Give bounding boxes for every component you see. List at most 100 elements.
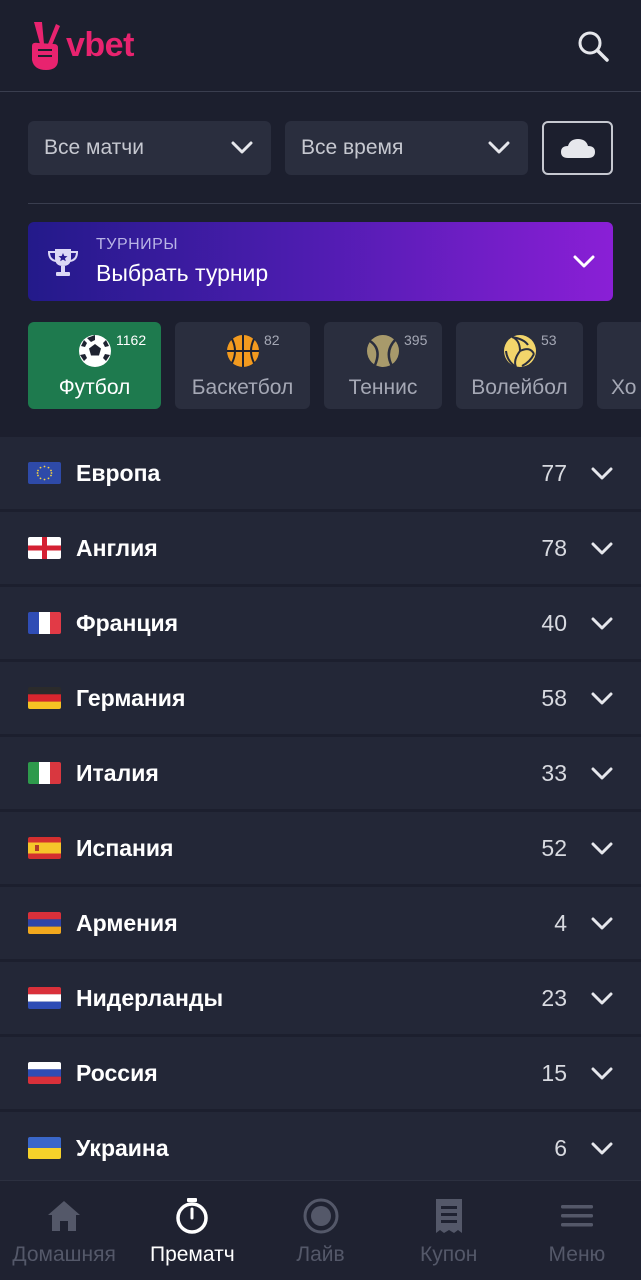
country-row-ukraine[interactable]: Украина 6 [0, 1112, 641, 1184]
nav-label: Прематч [149, 1243, 235, 1266]
sport-tab-football[interactable]: 1162 Футбол [28, 322, 161, 409]
nav-live[interactable]: Лайв [256, 1181, 384, 1280]
time-filter-select[interactable]: Все время [285, 121, 528, 175]
logo-text: vbet [66, 26, 134, 64]
match-count: 78 [541, 534, 567, 561]
country-row-france[interactable]: Франция 40 [0, 587, 641, 659]
country-row-germany[interactable]: Германия 58 [0, 662, 641, 734]
basketball-icon [226, 335, 259, 367]
chevron-down-icon [591, 467, 613, 480]
search-button[interactable] [573, 26, 613, 66]
country-row-armenia[interactable]: Армения 4 [0, 887, 641, 959]
time-filter-value: Все время [301, 136, 404, 159]
menu-icon [560, 1205, 593, 1227]
volleyball-icon [503, 335, 536, 368]
country-name: Нидерланды [76, 984, 224, 1011]
sport-name: Футбол [58, 376, 131, 399]
live-icon [303, 1198, 338, 1234]
tournament-text: ТУРНИРЫ Выбрать турнир [96, 236, 573, 287]
country-name: Испания [76, 834, 174, 861]
tournament-label: ТУРНИРЫ [96, 236, 178, 253]
cloud-button[interactable] [542, 121, 613, 175]
match-count: 4 [554, 909, 567, 936]
country-row-europe[interactable]: Европа 77 [0, 437, 641, 509]
match-count: 6 [554, 1134, 567, 1161]
nav-home[interactable]: Домашняя [0, 1181, 128, 1280]
chevron-down-icon [573, 255, 595, 267]
country-name: Германия [76, 684, 186, 711]
chevron-down-icon [591, 767, 613, 780]
country-row-england[interactable]: Англия 78 [0, 512, 641, 584]
bottom-navigation: Домашняя Прематч Лайв Купон Меню [0, 1180, 641, 1280]
italy-flag-icon [28, 762, 61, 784]
nav-label: Купон [420, 1243, 478, 1266]
match-count: 23 [541, 984, 567, 1011]
country-row-russia[interactable]: Россия 15 [0, 1037, 641, 1109]
country-row-netherlands[interactable]: Нидерланды 23 [0, 962, 641, 1034]
sport-count: 53 [541, 332, 557, 348]
sport-count: 395 [404, 332, 428, 348]
chevron-down-icon [591, 917, 613, 930]
search-icon [578, 31, 609, 62]
country-row-spain[interactable]: Испания 52 [0, 812, 641, 884]
cloud-icon [560, 139, 595, 158]
sport-name: Теннис [348, 376, 418, 399]
stopwatch-icon [176, 1198, 209, 1234]
nav-label: Меню [548, 1243, 606, 1266]
filter-bar: Все матчи Все время [28, 121, 613, 175]
tournament-value: Выбрать турнир [96, 260, 269, 286]
country-name: Россия [76, 1059, 158, 1086]
sports-strip: 1162 Футбол 82 Баскетбол 395 Теннис 53 В… [28, 322, 641, 409]
match-count: 15 [541, 1059, 567, 1086]
country-name: Франция [76, 609, 179, 636]
soccer-ball-icon [78, 335, 111, 367]
chevron-down-icon [591, 992, 613, 1005]
spain-flag-icon [28, 837, 61, 859]
chevron-down-icon [591, 617, 613, 630]
chevron-down-icon [231, 141, 253, 154]
chevron-down-icon [591, 692, 613, 705]
england-flag-icon [28, 537, 61, 559]
divider [28, 203, 641, 204]
chevron-down-icon [591, 1067, 613, 1080]
match-count: 33 [541, 759, 567, 786]
eu-flag-icon [28, 462, 61, 484]
tournament-selector[interactable]: ТУРНИРЫ Выбрать турнир [28, 222, 613, 301]
coupon-icon [435, 1199, 462, 1233]
nav-label: Домашняя [12, 1243, 116, 1266]
country-name: Италия [76, 759, 159, 786]
sport-name: Баскетбол [191, 376, 294, 399]
netherlands-flag-icon [28, 987, 61, 1009]
chevron-down-icon [488, 141, 510, 154]
chevron-down-icon [591, 1142, 613, 1155]
trophy-icon [47, 248, 79, 276]
country-name: Англия [76, 534, 158, 561]
tennis-ball-icon [367, 335, 399, 367]
nav-coupon[interactable]: Купон [385, 1181, 513, 1280]
germany-flag-icon [28, 687, 61, 709]
russia-flag-icon [28, 1062, 61, 1084]
match-count: 77 [541, 459, 567, 486]
matches-filter-value: Все матчи [44, 136, 144, 159]
country-name: Европа [76, 459, 161, 486]
matches-filter-select[interactable]: Все матчи [28, 121, 271, 175]
match-count: 40 [541, 609, 567, 636]
sport-name: Волейбол [471, 376, 568, 399]
nav-prematch[interactable]: Прематч [128, 1181, 256, 1280]
sport-tab-basketball[interactable]: 82 Баскетбол [175, 322, 310, 409]
sport-tab-tennis[interactable]: 395 Теннис [324, 322, 442, 409]
sport-tab-volleyball[interactable]: 53 Волейбол [456, 322, 583, 409]
header: vbet [0, 0, 641, 92]
nav-menu[interactable]: Меню [513, 1181, 641, 1280]
match-count: 52 [541, 834, 567, 861]
country-row-italy[interactable]: Италия 33 [0, 737, 641, 809]
sport-count: 82 [264, 332, 280, 348]
ukraine-flag-icon [28, 1137, 61, 1159]
armenia-flag-icon [28, 912, 61, 934]
france-flag-icon [28, 612, 61, 634]
chevron-down-icon [591, 542, 613, 555]
sport-count: 1162 [116, 332, 147, 348]
sport-tab-hockey[interactable]: Хо [597, 322, 641, 409]
match-count: 58 [541, 684, 567, 711]
vbet-logo[interactable]: vbet [28, 20, 134, 72]
